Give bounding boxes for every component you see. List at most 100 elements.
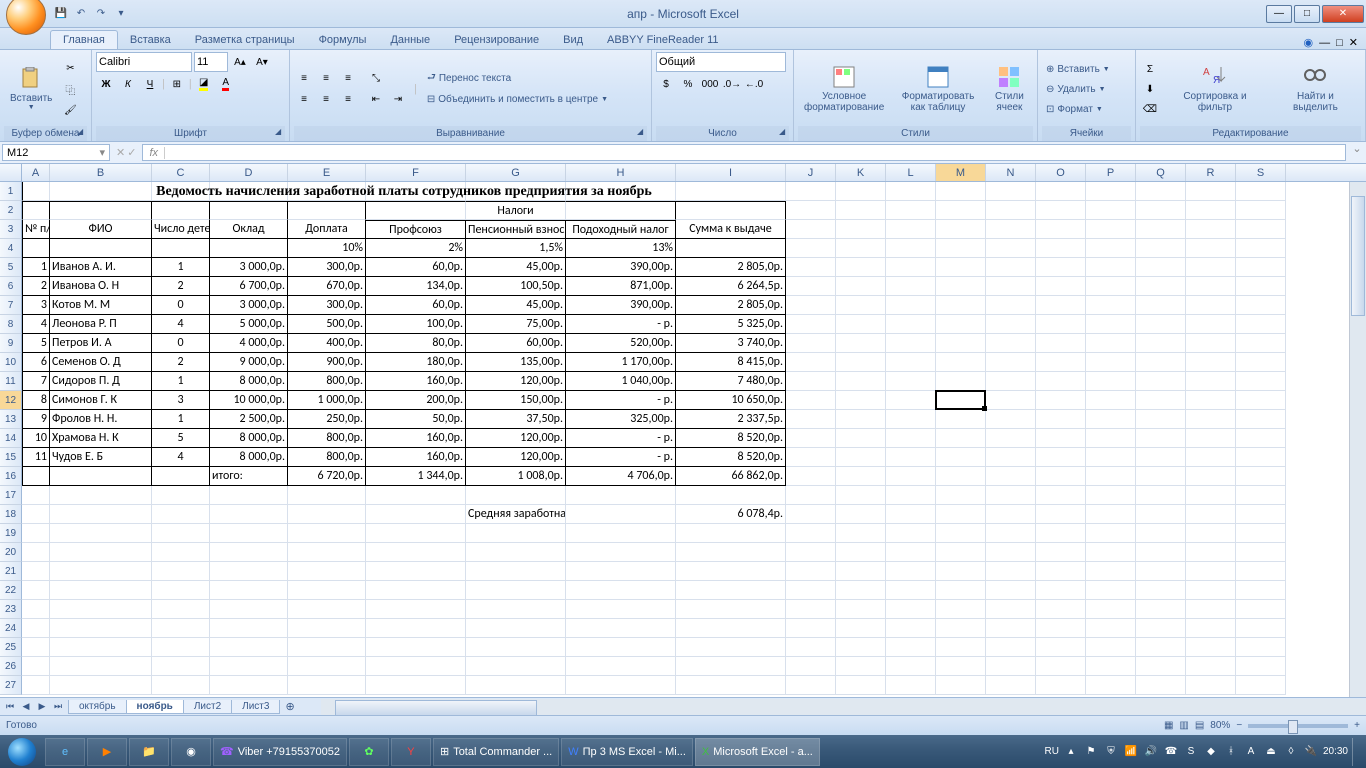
indent-decrease-button[interactable]: ⇤ xyxy=(366,90,386,110)
cell[interactable] xyxy=(1036,182,1086,201)
cell[interactable]: 4 706,0р. xyxy=(566,467,676,486)
cell[interactable]: - р. xyxy=(566,429,676,448)
cell[interactable]: Сидоров П. Д xyxy=(50,372,152,391)
taskbar-excel[interactable]: XMicrosoft Excel - а... xyxy=(695,738,820,766)
help-icon[interactable]: ◉ xyxy=(1304,36,1314,49)
cell[interactable] xyxy=(836,600,886,619)
percent-button[interactable]: % xyxy=(678,74,698,94)
cell[interactable] xyxy=(886,467,936,486)
cell[interactable] xyxy=(886,239,936,258)
cell[interactable]: Храмова Н. К xyxy=(50,429,152,448)
cell[interactable] xyxy=(1036,372,1086,391)
cell[interactable] xyxy=(50,505,152,524)
autosum-button[interactable]: Σ xyxy=(1140,59,1160,79)
cell[interactable] xyxy=(936,372,986,391)
row-header[interactable]: 24 xyxy=(0,619,22,638)
cell[interactable] xyxy=(22,638,50,657)
cell[interactable] xyxy=(466,657,566,676)
col-header-B[interactable]: B xyxy=(50,164,152,181)
cell[interactable] xyxy=(288,543,366,562)
redo-icon[interactable]: ↷ xyxy=(92,5,110,23)
cell[interactable] xyxy=(1136,201,1186,220)
cell[interactable] xyxy=(986,429,1036,448)
cell[interactable] xyxy=(366,201,466,220)
cell[interactable]: 390,00р. xyxy=(566,258,676,277)
cell[interactable] xyxy=(566,524,676,543)
tab-review[interactable]: Рецензирование xyxy=(442,31,551,49)
cell[interactable]: 8 415,0р. xyxy=(676,353,786,372)
sheet-last-icon[interactable]: ⏭ xyxy=(50,701,66,712)
cell[interactable] xyxy=(1236,600,1286,619)
cell[interactable] xyxy=(566,581,676,600)
cell[interactable]: Чудов Е. Б xyxy=(50,448,152,467)
cell[interactable] xyxy=(1236,315,1286,334)
cell[interactable]: 2 805,0р. xyxy=(676,296,786,315)
cell[interactable]: 160,0р. xyxy=(366,429,466,448)
cell[interactable] xyxy=(566,505,676,524)
cell[interactable] xyxy=(936,182,986,201)
cell[interactable] xyxy=(50,201,152,220)
cell[interactable] xyxy=(1136,391,1186,410)
col-header-Q[interactable]: Q xyxy=(1136,164,1186,181)
cell[interactable] xyxy=(936,239,986,258)
ribbon-minimize-icon[interactable]: — xyxy=(1319,37,1330,49)
cell[interactable] xyxy=(1086,372,1136,391)
cell[interactable]: Число детей xyxy=(152,220,210,239)
cell[interactable] xyxy=(1236,201,1286,220)
cell[interactable] xyxy=(50,619,152,638)
sheet-tab-октябрь[interactable]: октябрь xyxy=(68,700,127,714)
row-header[interactable]: 16 xyxy=(0,467,22,486)
cell[interactable] xyxy=(1036,619,1086,638)
cell[interactable] xyxy=(152,467,210,486)
cell[interactable] xyxy=(1236,353,1286,372)
row-header[interactable]: 18 xyxy=(0,505,22,524)
cell[interactable] xyxy=(786,201,836,220)
row-header[interactable]: 10 xyxy=(0,353,22,372)
cell[interactable] xyxy=(1136,600,1186,619)
align-launcher[interactable]: ◢ xyxy=(637,127,649,139)
cell[interactable] xyxy=(786,277,836,296)
cell[interactable] xyxy=(836,296,886,315)
cell[interactable]: 800,0р. xyxy=(288,448,366,467)
tab-view[interactable]: Вид xyxy=(551,31,595,49)
cell[interactable] xyxy=(1186,315,1236,334)
cell[interactable]: 390,00р. xyxy=(566,296,676,315)
cell[interactable] xyxy=(288,562,366,581)
cell[interactable] xyxy=(986,201,1036,220)
cell[interactable] xyxy=(210,562,288,581)
cell[interactable]: Подоходный налог xyxy=(566,220,676,239)
cell[interactable]: - р. xyxy=(566,391,676,410)
cell[interactable]: Средняя заработная плата xyxy=(466,505,566,524)
cell[interactable] xyxy=(466,486,566,505)
cell[interactable] xyxy=(1136,296,1186,315)
cell[interactable]: 1 000,0р. xyxy=(288,391,366,410)
clear-button[interactable]: ⌫ xyxy=(1140,99,1160,119)
cell[interactable] xyxy=(676,486,786,505)
cell[interactable]: 300,0р. xyxy=(288,258,366,277)
cell[interactable] xyxy=(1136,619,1186,638)
cell[interactable] xyxy=(50,600,152,619)
cell[interactable] xyxy=(1186,638,1236,657)
cell[interactable] xyxy=(50,657,152,676)
cell[interactable] xyxy=(1236,638,1286,657)
cell[interactable] xyxy=(1236,657,1286,676)
cell[interactable]: 10% xyxy=(288,239,366,258)
cell[interactable]: 11 xyxy=(22,448,50,467)
cell[interactable] xyxy=(566,600,676,619)
comma-button[interactable]: 000 xyxy=(700,74,720,94)
cell[interactable] xyxy=(786,239,836,258)
cell[interactable] xyxy=(210,505,288,524)
cell[interactable] xyxy=(886,410,936,429)
cell[interactable] xyxy=(1186,220,1236,239)
cell[interactable]: 80,0р. xyxy=(366,334,466,353)
cell[interactable] xyxy=(1136,220,1186,239)
cell[interactable]: Котов М. М xyxy=(50,296,152,315)
cell[interactable] xyxy=(986,391,1036,410)
cell[interactable] xyxy=(1136,524,1186,543)
cell[interactable] xyxy=(886,201,936,220)
cell[interactable]: 66 862,0р. xyxy=(676,467,786,486)
zoom-out-icon[interactable]: − xyxy=(1236,720,1242,731)
cell[interactable] xyxy=(466,619,566,638)
cell[interactable] xyxy=(366,486,466,505)
cell[interactable] xyxy=(1086,619,1136,638)
